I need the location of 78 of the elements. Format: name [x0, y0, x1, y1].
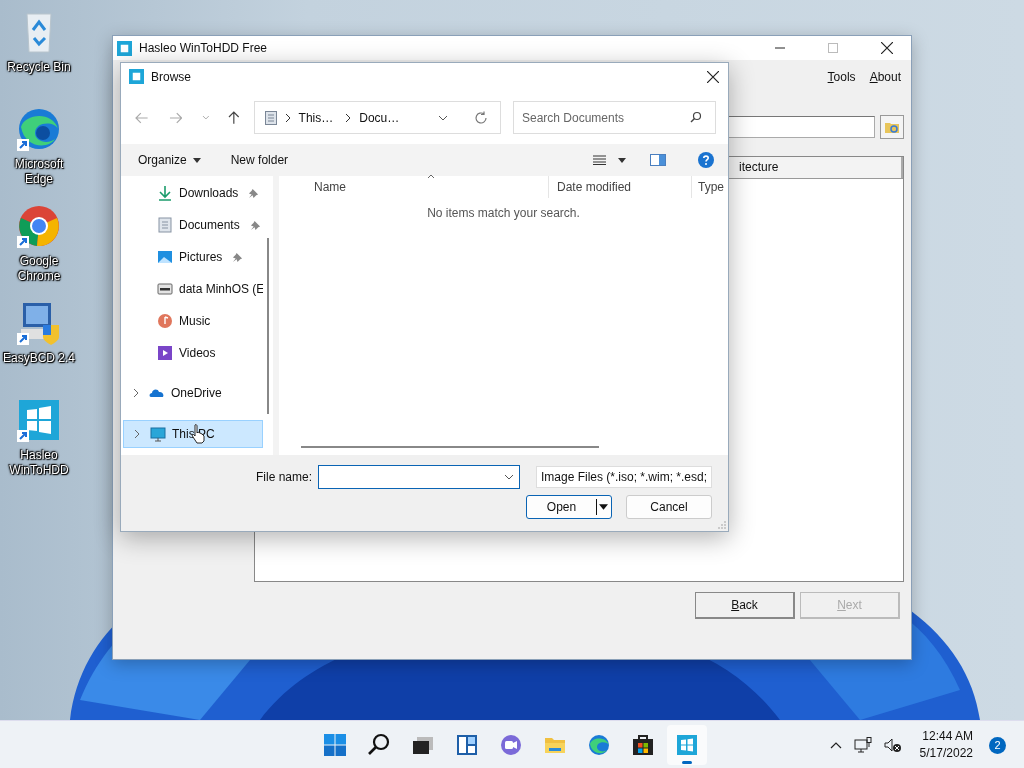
desktop-icon-label: Google Chrome	[16, 254, 62, 284]
desktop-icon-label: Recycle Bin	[6, 60, 72, 75]
file-type-dropdown[interactable]: Image Files (*.iso; *.wim; *.esd;	[536, 466, 712, 488]
scrollbar[interactable]	[301, 446, 599, 448]
refresh-icon[interactable]	[474, 110, 488, 125]
chevron-right-icon[interactable]	[133, 388, 139, 398]
close-icon[interactable]	[881, 42, 893, 54]
app-icon	[129, 69, 144, 84]
back-button[interactable]: Back	[695, 592, 795, 619]
active-indicator	[682, 761, 692, 764]
chevron-up-icon[interactable]	[829, 741, 842, 749]
scrollbar[interactable]	[267, 238, 269, 414]
windows-logo-icon[interactable]	[323, 733, 347, 757]
navigation-item[interactable]: Music	[123, 308, 263, 334]
sort-caret-icon[interactable]	[427, 174, 435, 179]
breadcrumb-item[interactable]: This…	[298, 110, 334, 125]
up-arrow-icon[interactable]	[227, 110, 240, 125]
video-chat-icon[interactable]	[499, 733, 523, 757]
document-icon	[157, 217, 173, 233]
clock-time[interactable]: 12:44 AM	[922, 728, 973, 745]
navigation-item[interactable]: Downloads	[123, 180, 263, 206]
clock-date[interactable]: 5/17/2022	[919, 745, 973, 762]
navigation-item[interactable]: Pictures	[123, 244, 263, 270]
app-icon	[117, 40, 132, 56]
search-icon[interactable]	[690, 111, 702, 123]
toolbar-button[interactable]: New folder	[230, 153, 289, 167]
view-list-icon[interactable]	[593, 155, 606, 165]
column-header[interactable]: Date modified	[549, 176, 692, 198]
music-note-icon	[157, 313, 173, 329]
caret-icon	[192, 157, 201, 163]
picture-icon	[157, 249, 173, 265]
monitor-icon	[150, 426, 166, 442]
chevron-down-icon[interactable]	[438, 114, 448, 121]
widgets-icon[interactable]	[455, 733, 479, 757]
window-title: Hasleo WinToHDD Free	[139, 41, 268, 55]
chevron-down-icon[interactable]	[504, 474, 514, 480]
column-header[interactable]: itecture	[739, 157, 903, 178]
close-icon[interactable]	[707, 70, 719, 83]
empty-message: No items match your search.	[426, 206, 581, 220]
desktop-icon-label: EasyBCD 2.4	[2, 351, 76, 366]
document-icon	[264, 110, 277, 125]
browse-folder-button[interactable]	[880, 115, 904, 139]
menu-item[interactable]: Tools	[827, 70, 856, 84]
download-arrow-icon	[157, 185, 173, 201]
desktop-icon-label: Microsoft Edge	[13, 157, 65, 187]
search-field[interactable]: Search Documents	[513, 101, 716, 134]
help-icon[interactable]	[698, 152, 714, 168]
column-header[interactable]: Name	[306, 176, 549, 198]
navigation-item[interactable]: Documents	[123, 212, 263, 238]
drive-icon	[157, 281, 173, 297]
window-tile-icon[interactable]	[675, 733, 699, 757]
preview-pane-icon[interactable]	[650, 154, 666, 166]
navigation-item[interactable]: OneDrive	[123, 380, 263, 406]
resize-grip-icon[interactable]	[717, 520, 726, 529]
video-icon	[157, 345, 173, 361]
file-name-label: File name:	[255, 470, 312, 484]
address-bar[interactable]: This… Docu…	[253, 101, 501, 134]
chevron-right-icon[interactable]	[134, 429, 140, 439]
chevron-right-icon	[345, 112, 352, 123]
cancel-button[interactable]: Cancel	[626, 495, 712, 519]
navigation-item[interactable]: Videos	[123, 340, 263, 366]
navigation-item[interactable]: data MinhOS (E	[123, 276, 263, 302]
search-icon[interactable]	[367, 733, 391, 757]
store-bag-icon[interactable]	[631, 733, 655, 757]
network-icon[interactable]	[853, 737, 872, 753]
open-button[interactable]: Open	[526, 495, 612, 519]
desktop-icon-label: Hasleo WinToHDD	[8, 448, 70, 478]
column-header[interactable]: Type	[692, 176, 728, 198]
speaker-muted-icon[interactable]	[883, 737, 902, 753]
caret-icon	[599, 504, 608, 510]
toolbar-button[interactable]: Organize	[138, 153, 201, 167]
chevron-right-icon	[284, 112, 291, 123]
breadcrumb-item[interactable]: Docu…	[359, 110, 400, 125]
file-name-field[interactable]	[318, 465, 520, 489]
menu-item[interactable]: About	[869, 70, 901, 84]
caret-icon[interactable]	[618, 157, 626, 163]
notification-badge[interactable]: 2	[989, 736, 1006, 754]
dialog-title: Browse	[151, 69, 191, 84]
